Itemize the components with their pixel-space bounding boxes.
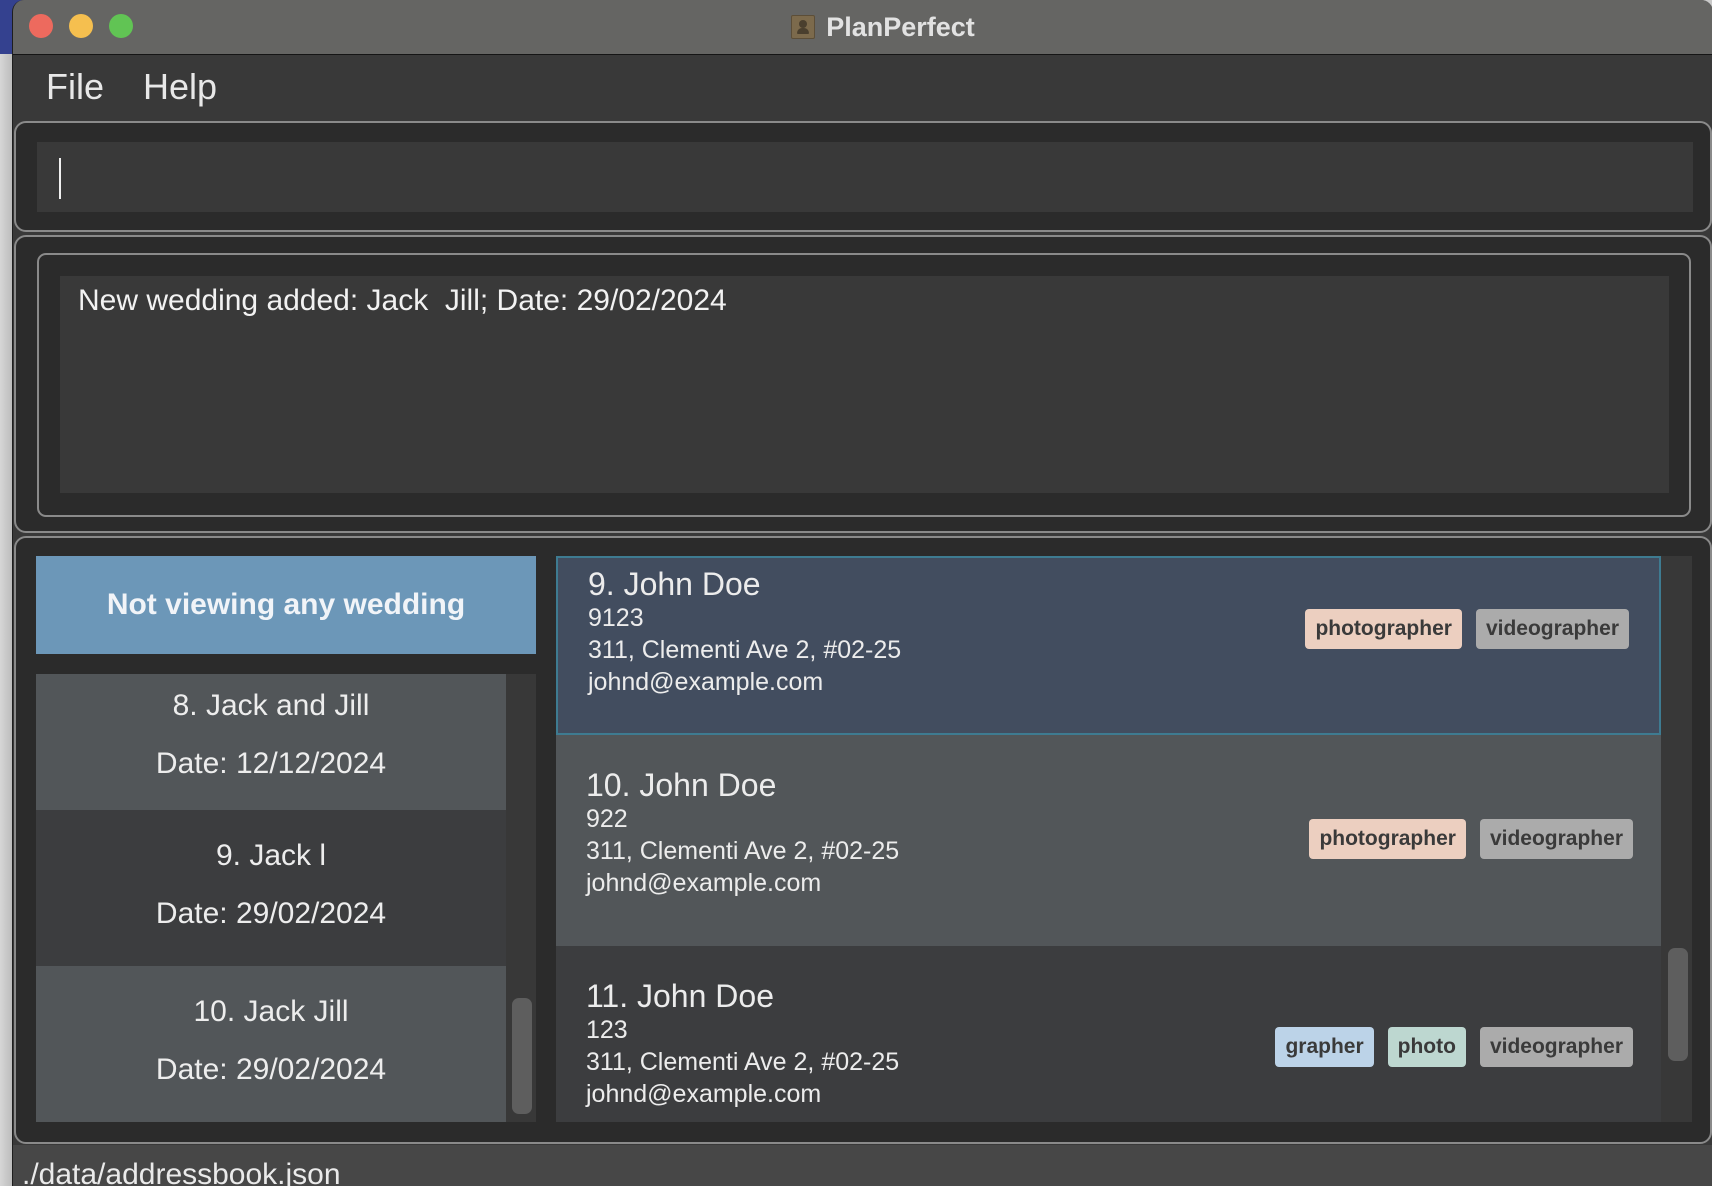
status-bar: ./data/addressbook.json xyxy=(13,1145,1712,1186)
wedding-list-scroll-thumb[interactable] xyxy=(512,998,532,1114)
wedding-view-status: Not viewing any wedding xyxy=(36,556,536,654)
contacts-book-icon xyxy=(791,15,816,39)
wedding-date: Date: 12/12/2024 xyxy=(155,747,387,780)
wedding-list-scrollbar[interactable] xyxy=(506,674,536,1122)
person-phone: 922 xyxy=(586,805,628,833)
person-card[interactable]: 10. John Doe 922 311, Clementi Ave 2, #0… xyxy=(556,735,1661,946)
menu-bar: File Help xyxy=(13,55,1712,120)
person-details: 9. John Doe 9123 311, Clementi Ave 2, #0… xyxy=(588,566,901,698)
text-caret xyxy=(59,158,61,199)
wedding-card[interactable]: 9. Jack l Date: 29/02/2024 xyxy=(36,810,506,966)
desktop-background-strip xyxy=(0,54,12,1186)
title-bar[interactable]: PlanPerfect xyxy=(13,0,1712,55)
wedding-card[interactable]: 8. Jack and Jill Date: 12/12/2024 xyxy=(36,674,506,810)
person-address: 311, Clementi Ave 2, #02-25 xyxy=(586,837,900,865)
wedding-name: 9. Jack l xyxy=(215,839,327,872)
person-card[interactable]: 9. John Doe 9123 311, Clementi Ave 2, #0… xyxy=(556,556,1661,735)
person-name: 9. John Doe xyxy=(588,566,761,602)
person-name: 10. John Doe xyxy=(586,767,777,803)
person-details: 11. John Doe 123 311, Clementi Ave 2, #0… xyxy=(586,978,899,1110)
person-card[interactable]: 11. John Doe 123 311, Clementi Ave 2, #0… xyxy=(556,946,1661,1122)
person-email: johnd@example.com xyxy=(588,668,824,696)
person-details: 10. John Doe 922 311, Clementi Ave 2, #0… xyxy=(586,767,899,899)
menu-file[interactable]: File xyxy=(46,67,104,107)
result-message[interactable]: New wedding added: Jack Jill; Date: 29/0… xyxy=(60,276,1669,493)
tag: videographer xyxy=(1475,609,1629,649)
result-display-panel: New wedding added: Jack Jill; Date: 29/0… xyxy=(14,235,1712,533)
person-list[interactable]: 9. John Doe 9123 311, Clementi Ave 2, #0… xyxy=(556,556,1692,1122)
command-input[interactable] xyxy=(37,142,1693,212)
app-window: PlanPerfect File Help New wedding added:… xyxy=(12,0,1712,1186)
tag: photo xyxy=(1387,1027,1466,1067)
data-file-path: ./data/addressbook.json xyxy=(22,1158,341,1186)
tag: videographer xyxy=(1479,1027,1633,1067)
wedding-date: Date: 29/02/2024 xyxy=(155,1053,387,1086)
person-tags: grapher photo videographer xyxy=(1275,1027,1633,1067)
tag: photographer xyxy=(1309,819,1466,859)
person-list-scrollbar[interactable] xyxy=(1661,556,1692,1122)
title-group: PlanPerfect xyxy=(13,0,1712,54)
wedding-list[interactable]: 8. Jack and Jill Date: 12/12/2024 9. Jac… xyxy=(36,674,536,1122)
person-tags: photographer videographer xyxy=(1305,609,1629,649)
person-address: 311, Clementi Ave 2, #02-25 xyxy=(588,636,902,664)
wedding-name: 8. Jack and Jill xyxy=(172,689,370,722)
command-box xyxy=(14,121,1712,232)
tag: grapher xyxy=(1275,1027,1374,1067)
result-display-frame: New wedding added: Jack Jill; Date: 29/0… xyxy=(37,253,1691,517)
person-phone: 9123 xyxy=(588,604,644,632)
menu-help[interactable]: Help xyxy=(143,67,217,107)
tag: photographer xyxy=(1305,609,1462,649)
person-email: johnd@example.com xyxy=(586,1080,822,1108)
person-name: 11. John Doe xyxy=(586,978,774,1014)
wedding-name: 10. Jack Jill xyxy=(193,995,349,1028)
wedding-card[interactable]: 10. Jack Jill Date: 29/02/2024 xyxy=(36,966,506,1122)
tag: videographer xyxy=(1479,819,1633,859)
person-list-scroll-thumb[interactable] xyxy=(1668,948,1688,1061)
person-address: 311, Clementi Ave 2, #02-25 xyxy=(586,1048,900,1076)
person-tags: photographer videographer xyxy=(1309,819,1633,859)
window-title: PlanPerfect xyxy=(826,11,975,42)
person-phone: 123 xyxy=(586,1016,628,1044)
list-panel: Not viewing any wedding 8. Jack and Jill… xyxy=(14,536,1712,1144)
person-email: johnd@example.com xyxy=(586,869,822,897)
wedding-date: Date: 29/02/2024 xyxy=(155,897,387,930)
